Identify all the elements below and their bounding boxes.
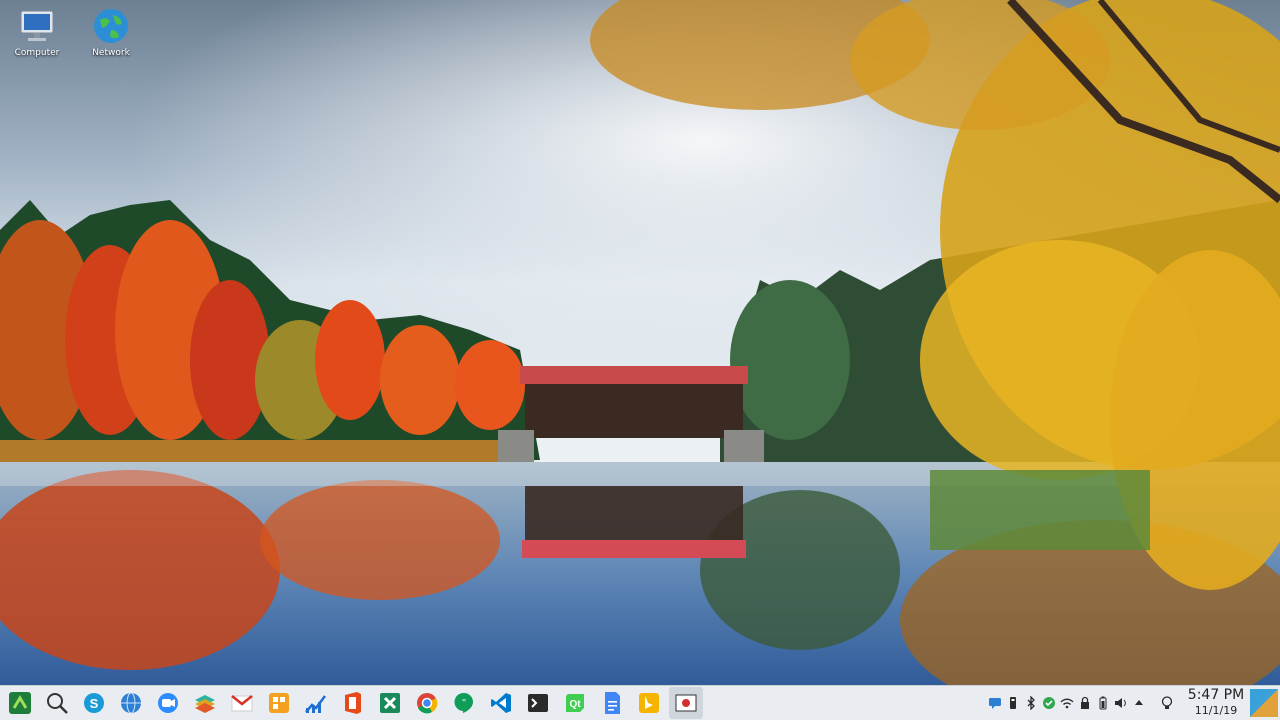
battery-icon[interactable] (1096, 696, 1110, 710)
taskbar-screen-recorder-button[interactable] (668, 687, 703, 719)
system-tray: 5:47 PM 11/1/19 (986, 686, 1280, 720)
autumn-covered-bridge-wallpaper (0, 0, 1280, 686)
show-desktop-button[interactable] (1248, 686, 1280, 720)
layers-icon (194, 695, 215, 713)
svg-text:": " (462, 698, 466, 709)
taskbar-terminal-button[interactable] (521, 687, 555, 719)
zoom-icon (157, 693, 178, 713)
taskbar-vscode-button[interactable] (484, 687, 518, 719)
taskbar-docs-button[interactable] (595, 687, 629, 719)
lightbulb-icon[interactable] (1158, 696, 1176, 710)
search-icon (46, 693, 68, 714)
svg-text:Qt: Qt (569, 699, 581, 710)
arrow-up-icon[interactable] (1132, 696, 1146, 710)
bing-icon (638, 693, 659, 713)
usb-icon[interactable] (1006, 696, 1020, 710)
volume-icon[interactable] (1114, 696, 1128, 710)
skype-icon: S (83, 693, 104, 713)
taskbar-zoom-button[interactable] (151, 687, 185, 719)
taskbar-qt-app-button[interactable]: Qt (558, 687, 592, 719)
grid-icon (268, 693, 289, 713)
wifi-icon[interactable] (1060, 696, 1074, 710)
taskbar-skype-button[interactable]: S (77, 687, 111, 719)
network-globe-icon (91, 6, 131, 46)
taskbar-stacks-button[interactable] (188, 687, 222, 719)
taskbar-start-menu-button[interactable] (3, 687, 37, 719)
qt-icon: Qt (565, 694, 584, 712)
taskbar-xmind-button[interactable] (373, 687, 407, 719)
computer-icon (17, 6, 57, 46)
x-tool-icon (379, 693, 400, 713)
taskbar-search-button[interactable] (40, 687, 74, 719)
gmail-icon (230, 695, 253, 712)
hangouts-icon: " (453, 692, 473, 713)
record-icon (675, 694, 696, 712)
globe-icon (120, 692, 141, 714)
office-icon (344, 692, 361, 714)
check-icon[interactable] (1042, 696, 1056, 710)
terminal-icon (527, 694, 548, 712)
taskbar-orange-grid-button[interactable] (262, 687, 296, 719)
taskbar-chrome-button[interactable] (410, 687, 444, 719)
chart-icon (304, 695, 326, 713)
desktop-icon-computer[interactable]: Computer (1, 6, 73, 58)
desktop-icon-network-label: Network (92, 48, 130, 58)
taskbar-bing-button[interactable] (632, 687, 666, 719)
svg-text:S: S (89, 696, 98, 711)
bluetooth-icon[interactable] (1024, 696, 1038, 710)
clock-date: 11/1/19 (1194, 704, 1238, 717)
taskbar-chart-app-button[interactable] (299, 687, 333, 719)
desktop-icon-computer-label: Computer (14, 48, 60, 58)
chat-icon[interactable] (988, 696, 1002, 710)
taskbar-office-button[interactable] (336, 687, 370, 719)
docs-icon (604, 692, 620, 714)
clock[interactable]: 5:47 PM 11/1/19 (1184, 688, 1248, 718)
taskbar-browser-globe-button[interactable] (114, 687, 148, 719)
desktop[interactable]: Computer Network (0, 0, 1280, 686)
start-icon (8, 692, 31, 714)
taskbar-hangouts-button[interactable]: " (447, 687, 481, 719)
clock-time: 5:47 PM (1187, 687, 1245, 703)
taskbar-gmail-button[interactable] (225, 687, 259, 719)
chrome-icon (416, 693, 437, 714)
taskbar: S " Qt 5:47 PM 11/1/19 (0, 685, 1280, 720)
desktop-icon-network[interactable]: Network (75, 6, 147, 58)
vscode-icon (490, 693, 511, 713)
lock-icon[interactable] (1078, 696, 1092, 710)
